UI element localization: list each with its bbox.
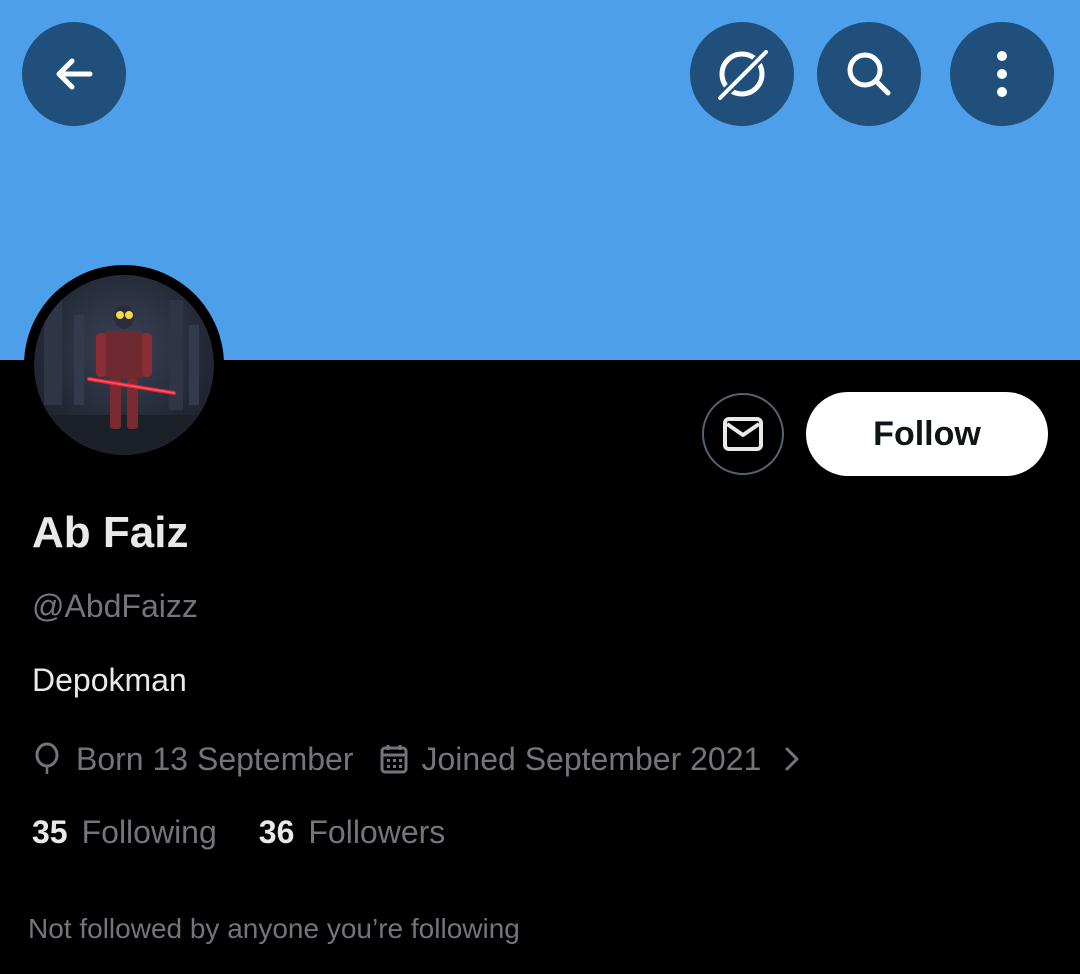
follow-button[interactable]: Follow (806, 392, 1048, 476)
avatar-ring (24, 265, 224, 465)
profile-name: Ab Faiz (32, 508, 189, 557)
profile-bio: Depokman (32, 662, 187, 698)
profile-meta: Born 13 September Joined September 2021 (32, 738, 801, 780)
envelope-icon (723, 417, 763, 451)
following-count[interactable]: 35 (32, 814, 68, 851)
avatar-image (34, 295, 214, 455)
more-vertical-icon (997, 51, 1007, 97)
born-date: Born 13 September (76, 740, 354, 777)
follow-stats: 35 Following 36 Followers (32, 814, 445, 851)
balloon-icon (32, 742, 62, 776)
arrow-left-icon (56, 58, 93, 90)
calendar-icon (380, 744, 408, 774)
profile-handle: @AbdFaizz (32, 588, 198, 624)
joined-date[interactable]: Joined September 2021 (422, 741, 762, 778)
followers-count[interactable]: 36 (259, 814, 295, 851)
search-icon (847, 52, 891, 96)
following-label[interactable]: Following (82, 814, 217, 851)
back-button[interactable] (22, 22, 126, 126)
message-button[interactable] (702, 393, 784, 475)
chevron-right-icon[interactable] (783, 744, 801, 774)
not-followed-notice: Not followed by anyone you’re following (28, 913, 520, 944)
more-options-button[interactable] (950, 22, 1054, 126)
followers-label[interactable]: Followers (308, 814, 445, 851)
grok-button[interactable] (690, 22, 794, 126)
search-button[interactable] (817, 22, 921, 126)
avatar[interactable] (34, 275, 214, 455)
grok-icon (713, 45, 773, 105)
